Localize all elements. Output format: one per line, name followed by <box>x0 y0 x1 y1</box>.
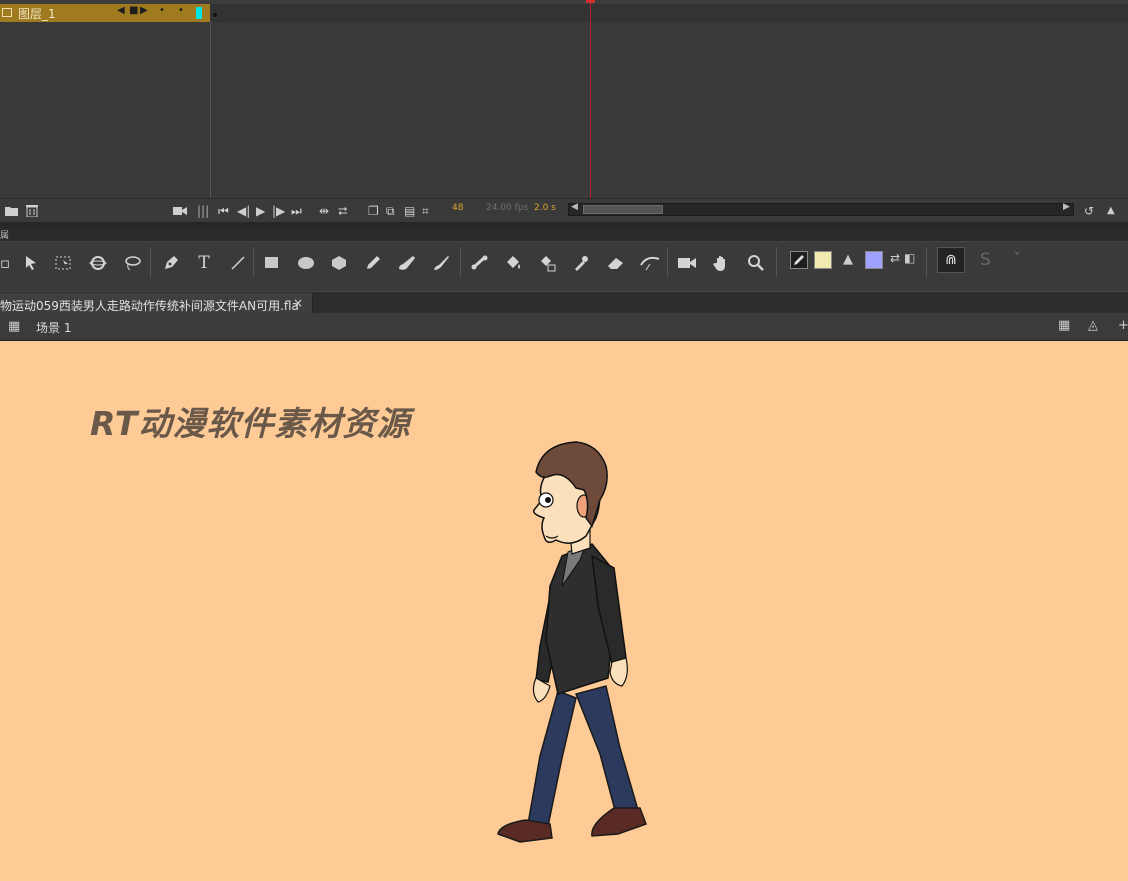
layer-visibility-toggle[interactable]: • <box>159 5 165 16</box>
frame-rate-readout[interactable]: 24.00 fps <box>486 203 528 213</box>
stroke-color-swatch[interactable] <box>814 251 832 269</box>
toolbar-separator <box>776 247 777 277</box>
lasso-tool-icon[interactable] <box>119 250 145 276</box>
keyframe-marker[interactable] <box>213 13 217 17</box>
play-icon[interactable]: ▶ <box>256 203 265 219</box>
free-transform-tool-icon[interactable] <box>51 250 77 276</box>
collapse-panel-icon[interactable]: ▲ <box>1107 203 1115 219</box>
hand-tool-icon[interactable] <box>709 250 735 276</box>
scene-clapper-icon: ▦ <box>8 319 21 334</box>
pencil-tool-icon[interactable] <box>360 250 386 276</box>
keyframe-prev-icon[interactable]: ◀ <box>117 5 125 16</box>
3d-rotation-tool-icon[interactable] <box>85 250 111 276</box>
close-tab-icon[interactable]: × <box>293 296 303 310</box>
eyedropper-tool-icon[interactable] <box>568 250 594 276</box>
loop-icon[interactable]: ⇹ <box>319 203 329 219</box>
stroke-color-pencil-icon[interactable] <box>790 251 808 269</box>
snap-to-objects-icon[interactable]: ⋒ <box>937 247 965 273</box>
toolbar-grip-icon[interactable]: ▫ <box>0 250 18 276</box>
layer-icon <box>2 8 12 17</box>
edit-scene-icon[interactable]: ▦ <box>1058 318 1070 333</box>
properties-panel-tab[interactable]: 属 <box>0 228 1128 241</box>
pen-tool-icon[interactable] <box>158 250 184 276</box>
elapsed-time-readout[interactable]: 2.0 s <box>534 203 556 213</box>
ink-bottle-tool-icon[interactable] <box>534 250 560 276</box>
fill-color-bucket-icon[interactable]: ▲ <box>843 252 853 267</box>
tools-toolbar: ▫ T ▲ ⇄ ◧ ⋒ S ˇ <box>0 241 1128 292</box>
current-frame-readout[interactable]: 48 <box>452 203 463 213</box>
scroll-right-icon[interactable]: ▶ <box>1063 202 1070 212</box>
loop-range-icon[interactable]: ⮂ <box>338 203 348 219</box>
step-back-icon[interactable]: ◀| <box>237 203 250 219</box>
walking-man-character[interactable] <box>480 436 670 856</box>
document-tab[interactable]: 物运动059西装男人走路动作传统补间源文件AN可用.fla × <box>0 293 313 314</box>
paint-bucket-tool-icon[interactable] <box>500 250 526 276</box>
delete-layer-icon[interactable] <box>26 204 38 217</box>
stage-canvas[interactable]: RT动漫软件素材资源 <box>0 341 1128 881</box>
black-white-colors-icon[interactable]: ◧ <box>904 251 915 265</box>
straighten-icon[interactable]: ˇ <box>1013 250 1022 270</box>
stage-watermark-text: RT动漫软件素材资源 <box>90 404 411 443</box>
width-tool-icon[interactable] <box>637 250 663 276</box>
keyframe-next-icon[interactable]: ▶ <box>140 5 148 16</box>
edit-symbols-icon[interactable]: ◬ <box>1088 318 1098 333</box>
scroll-left-icon[interactable]: ◀ <box>571 202 578 212</box>
line-tool-icon[interactable] <box>225 250 251 276</box>
polystar-tool-icon[interactable] <box>326 250 352 276</box>
camera-layer-icon[interactable] <box>173 206 187 216</box>
document-tab-title[interactable]: 物运动059西装男人走路动作传统补间源文件AN可用.fla <box>0 297 299 314</box>
last-frame-icon[interactable]: ⏭ <box>291 203 302 219</box>
timeline-scrollbar[interactable]: ◀ ▶ <box>568 202 1074 216</box>
oval-tool-icon[interactable] <box>293 250 319 276</box>
zoom-tool-icon[interactable] <box>743 250 769 276</box>
toolbar-separator <box>460 247 461 277</box>
fill-color-swatch[interactable] <box>865 251 883 269</box>
edit-multiple-frames-icon[interactable]: ▤ <box>404 203 415 219</box>
first-frame-icon[interactable]: ⏮ <box>218 203 229 219</box>
toolbar-separator <box>150 247 151 277</box>
toolbar-separator <box>926 247 927 277</box>
camera-tool-icon[interactable] <box>674 250 700 276</box>
document-tab-bar: 物运动059西装男人走路动作传统补间源文件AN可用.fla × <box>0 291 1128 314</box>
text-tool-icon[interactable]: T <box>191 250 217 276</box>
eraser-tool-icon[interactable] <box>603 250 629 276</box>
toolbar-separator <box>667 247 668 277</box>
timeline-frames-area[interactable] <box>0 22 1128 198</box>
layer-divider <box>210 22 211 198</box>
layer-name[interactable]: 图层_1 <box>18 5 56 22</box>
layer-header[interactable]: 图层_1 ◀ ■ ▶ • • <box>0 4 210 22</box>
step-forward-icon[interactable]: |▶ <box>272 203 285 219</box>
selection-tool-icon[interactable] <box>18 250 44 276</box>
scene-breadcrumb[interactable]: 场景 1 <box>36 319 71 336</box>
brush-tool-icon[interactable] <box>428 250 454 276</box>
playhead-line[interactable] <box>590 0 591 198</box>
layer-outline-toggle[interactable] <box>196 7 202 19</box>
stage-options-icon[interactable]: + <box>1118 318 1128 333</box>
scrollbar-thumb[interactable] <box>583 205 663 214</box>
smooth-icon[interactable]: S <box>980 250 991 270</box>
modify-onion-markers-icon[interactable]: ⌗ <box>422 203 429 219</box>
onion-skin-icon[interactable]: ❐ <box>368 203 379 219</box>
scene-bar: ▦ 场景 1 ▦ ◬ + <box>0 313 1128 341</box>
timeline-splitter-icon[interactable]: ||| <box>197 203 209 219</box>
toolbar-separator <box>253 247 254 277</box>
bone-tool-icon[interactable] <box>467 250 493 276</box>
playhead-handle[interactable] <box>586 0 595 3</box>
swap-colors-icon[interactable]: ⇄ <box>890 251 900 265</box>
onion-skin-outlines-icon[interactable]: ⧉ <box>386 203 395 219</box>
keyframe-add-icon[interactable]: ■ <box>129 5 138 16</box>
rectangle-tool-icon[interactable] <box>259 250 285 276</box>
layer-row[interactable]: 图层_1 ◀ ■ ▶ • • <box>0 4 1128 22</box>
layer-lock-toggle[interactable]: • <box>178 5 184 16</box>
paint-brush-tool-icon[interactable] <box>394 250 420 276</box>
timeline-refresh-icon[interactable]: ↺ <box>1084 203 1094 219</box>
new-folder-icon[interactable] <box>5 205 18 216</box>
